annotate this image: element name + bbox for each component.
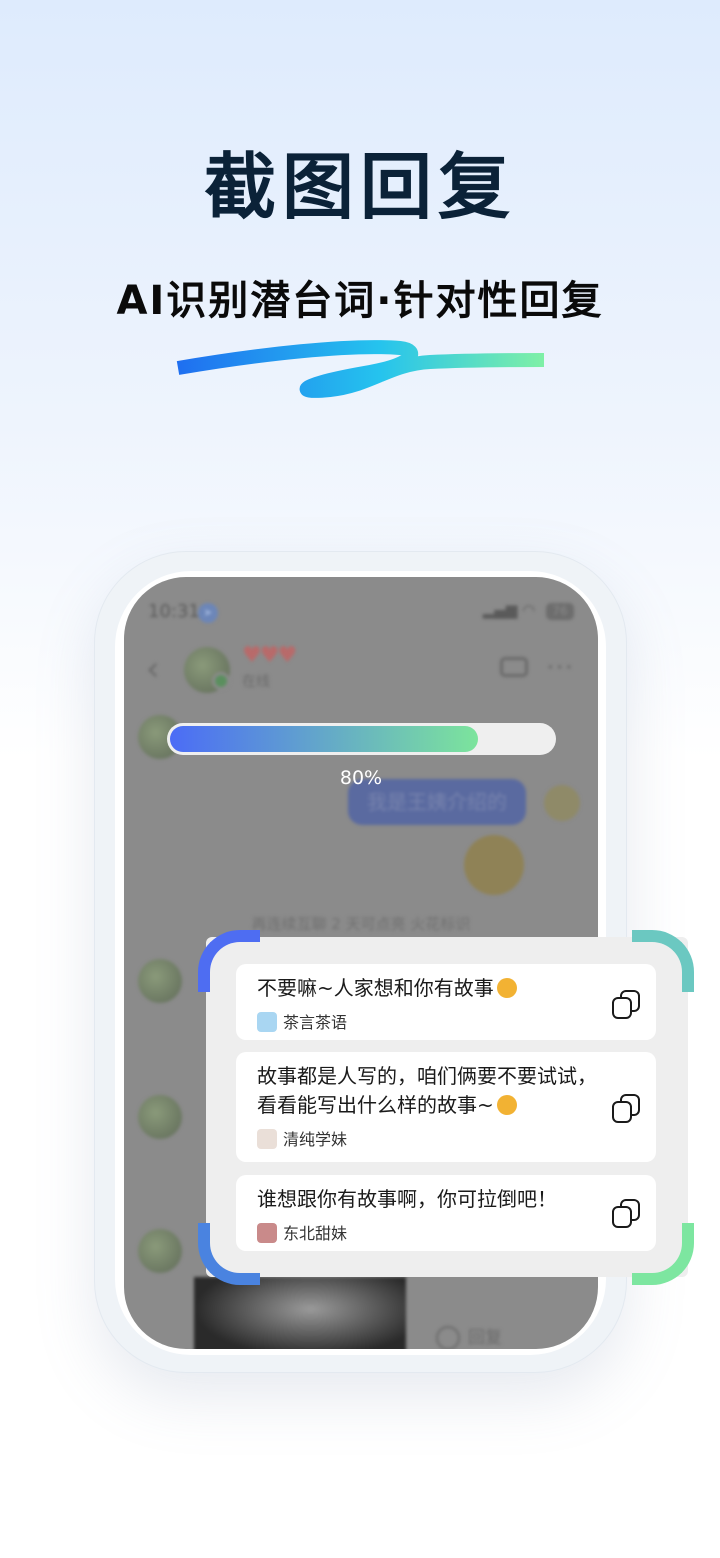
battery-icon: 76	[546, 603, 574, 620]
video-call-icon[interactable]	[500, 657, 528, 677]
status-time: 10:31	[148, 601, 200, 622]
more-icon[interactable]: ···	[546, 653, 574, 683]
my-avatar	[544, 785, 580, 821]
signal-icon: ▂▄▆	[482, 601, 518, 619]
reply-hint[interactable]: 回复	[436, 1323, 502, 1349]
reply-card[interactable]: 故事都是人写的，咱们俩要不要试试，看看能写出什么样的故事~ 清纯学妹	[236, 1052, 656, 1162]
location-icon: ➤	[198, 603, 218, 623]
progress-label: 80%	[339, 767, 383, 789]
message-avatar	[138, 1095, 182, 1139]
status-indicators: ▂▄▆ ◠ 76	[483, 601, 574, 620]
reply-text: 谁想跟你有故事啊，你可拉倒吧！	[257, 1187, 557, 1211]
girl-sketch-icon	[257, 1129, 277, 1149]
progress-bar	[167, 723, 556, 755]
page-subtitle: AI识别潜台词·针对性回复	[116, 278, 604, 324]
page-title: 截图回复	[203, 145, 516, 229]
smirk-emoji-icon	[496, 978, 517, 998]
copy-icon[interactable]	[612, 1094, 640, 1123]
online-indicator	[212, 672, 230, 690]
smile-icon	[436, 1326, 460, 1349]
progress-fill	[170, 726, 479, 752]
anime-girl-icon	[257, 1012, 277, 1032]
smirk-emoji-icon	[496, 1095, 517, 1115]
message-avatar	[138, 959, 182, 1003]
reply-card[interactable]: 不要嘛~人家想和你有故事 茶言茶语	[236, 964, 656, 1040]
reply-text: 不要嘛~人家想和你有故事	[257, 974, 607, 1003]
contact-name-hearts: ♥♥♥	[242, 643, 297, 668]
meme-image	[194, 1277, 406, 1349]
girl-portrait-icon	[257, 1223, 277, 1243]
contact-status: 在线	[242, 674, 270, 690]
wifi-icon: ◠	[522, 601, 536, 619]
spark-hint: 再连续互聊 2 天可点亮 火花标识	[251, 915, 471, 933]
reply-source: 茶言茶语	[257, 1009, 347, 1033]
reply-text: 故事都是人写的，咱们俩要不要试试，看看能写出什么样的故事~	[257, 1064, 597, 1117]
reply-source: 清纯学妹	[257, 1126, 347, 1150]
copy-icon[interactable]	[612, 990, 640, 1019]
grin-emoji-icon	[464, 835, 524, 895]
copy-icon[interactable]	[612, 1199, 640, 1228]
message-avatar	[138, 1229, 182, 1273]
reply-source: 东北甜妹	[257, 1220, 347, 1244]
decorative-swoosh	[176, 340, 545, 398]
back-icon[interactable]: ‹	[146, 649, 160, 689]
reply-card[interactable]: 谁想跟你有故事啊，你可拉倒吧！ 东北甜妹	[236, 1175, 656, 1251]
